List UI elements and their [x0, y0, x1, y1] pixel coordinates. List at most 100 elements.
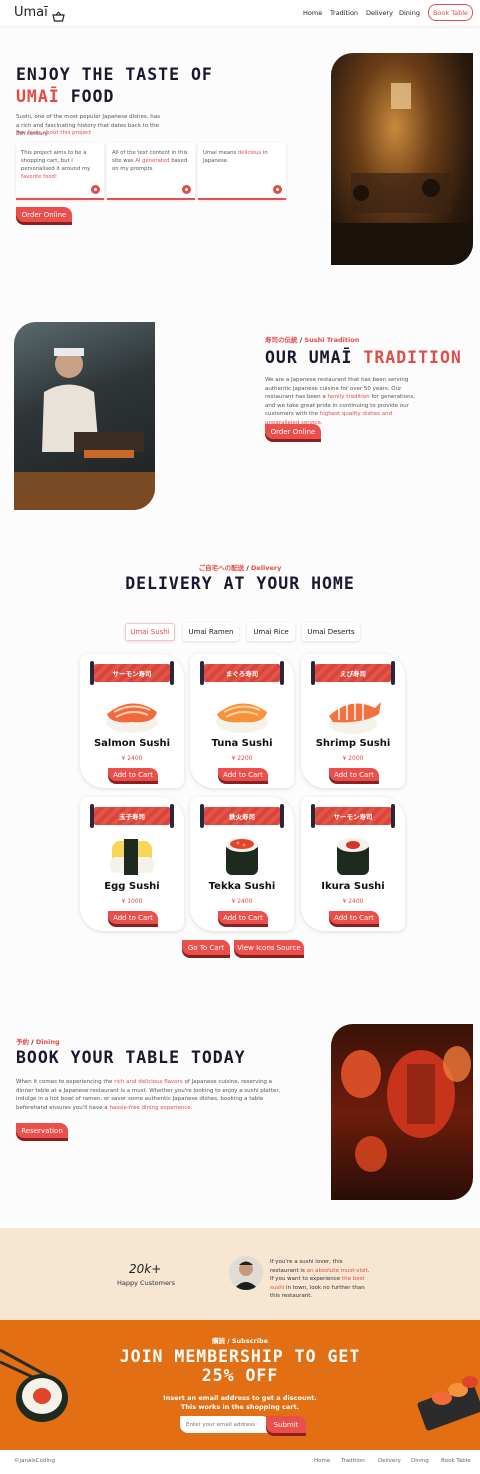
product-price: ¥ 2400 [121, 755, 143, 762]
product-price: ¥ 2000 [342, 755, 364, 762]
product-banner: サーモン寿司 [311, 804, 395, 828]
order-online-button[interactable]: Order Online [16, 207, 72, 222]
view-icons-source-button[interactable]: View Icons Source [234, 940, 304, 955]
product-card: 玉子寿司 Egg Sushi ¥ 1000 Add to Cart [80, 797, 184, 931]
shrimp-sushi-icon [329, 702, 381, 734]
nav-link-dining[interactable]: Dining [399, 9, 420, 17]
submit-button[interactable]: Submit [266, 1416, 306, 1433]
product-name: Salmon Sushi [93, 738, 171, 749]
footer-link-delivery[interactable]: Delivery [378, 1458, 401, 1464]
book-table-button[interactable]: Book Table [428, 4, 473, 21]
product-card: 鉄火寿司 Tekka Sushi ¥ 2400 Add to Cart [190, 797, 294, 931]
customer-avatar [229, 1256, 263, 1290]
add-to-cart-button[interactable]: Add to Cart [329, 768, 379, 781]
product-price: ¥ 1000 [121, 898, 143, 905]
tradition-kicker: 寿司の伝統 / Sushi Tradition [265, 336, 360, 344]
basket-icon[interactable] [52, 7, 65, 22]
hero-title-line1: ENJOY THE TASTE OF [16, 65, 213, 84]
dining-kicker: 予約 / Dining [16, 1038, 60, 1046]
flower-icon [91, 185, 100, 194]
email-input[interactable] [180, 1416, 270, 1433]
product-name: Tuna Sushi [211, 738, 273, 749]
salmon-sushi-icon [106, 703, 158, 733]
product-name: Egg Sushi [104, 881, 160, 892]
product-name: Shrimp Sushi [315, 738, 391, 749]
footer-link-tradition[interactable]: Tradition [341, 1458, 365, 1464]
nav-link-home[interactable]: Home [303, 9, 322, 17]
footer-link-home[interactable]: Home [314, 1458, 330, 1464]
tab-umai-rice[interactable]: Umai Rice [247, 623, 295, 641]
kicker-jp: 予約 [16, 1038, 29, 1046]
tradition-title: OUR UMAĪ TRADITION [265, 348, 462, 367]
stat-value: 20k+ [129, 1262, 162, 1276]
add-to-cart-button[interactable]: Add to Cart [329, 911, 379, 924]
subscribe-kicker: 購読 / Subscribe [211, 1337, 269, 1345]
lanterns-image [331, 1024, 473, 1200]
product-banner: 鉄火寿司 [200, 804, 284, 828]
feature-highlight: delicious [237, 150, 262, 156]
highlight: hassle-free dining experience [109, 1104, 191, 1111]
text: When it comes to experiencing the [16, 1079, 115, 1085]
go-to-cart-button[interactable]: Go To Cart [182, 940, 230, 955]
product-price: ¥ 2400 [342, 898, 364, 905]
tab-umai-sushi[interactable]: Umai Sushi [125, 623, 175, 641]
tab-umai-deserts[interactable]: Umai Deserts [302, 623, 360, 641]
text: . [320, 419, 323, 426]
product-banner: まぐろ寿司 [200, 661, 284, 685]
tradition-order-button[interactable]: Order Online [265, 424, 321, 439]
tradition-chef-image [14, 322, 155, 510]
kicker-jp: 寿司の伝統 [265, 336, 298, 344]
kicker-jp: 購読 [211, 1337, 225, 1345]
text: . [190, 1104, 193, 1111]
subscribe-title-line2: 25% OFF [201, 1366, 279, 1385]
tuna-sushi-icon [216, 703, 268, 733]
kicker-en: Subscribe [231, 1337, 269, 1345]
product-banner: サーモン寿司 [90, 661, 174, 685]
product-card: まぐろ寿司 Tuna Sushi ¥ 2200 Add to Cart [190, 654, 294, 788]
delivery-kicker: ご自宅への配送 / Delivery [198, 564, 282, 572]
feature-card: All of the text content in this site was… [107, 143, 195, 200]
feature-card: This project aims to be a shopping cart,… [16, 143, 104, 200]
kicker-en: Delivery [251, 564, 282, 572]
delivery-title: DELIVERY AT YOUR HOME [125, 574, 355, 593]
highlight: an absolute must-visit [306, 1267, 368, 1274]
add-to-cart-button[interactable]: Add to Cart [108, 911, 158, 924]
product-card: サーモン寿司 Salmon Sushi ¥ 2400 Add to Cart [80, 654, 184, 788]
footer-link-book-table[interactable]: Book Table [441, 1458, 471, 1464]
tradition-description: We are a Japanese restaurant that has be… [265, 376, 421, 427]
feature-card: Umai means delicious in Japanese. [198, 143, 286, 200]
subscribe-section: 購読 / Subscribe JOIN MEMBERSHIP TO GET 25… [0, 1320, 480, 1450]
dining-description: When it comes to experiencing the rich a… [16, 1078, 286, 1112]
tradition-title-a: OUR UMAĪ [265, 348, 353, 367]
product-price: ¥ 2200 [231, 755, 253, 762]
hero-title-highlight: UMAĪ [16, 87, 60, 106]
ikura-sushi-icon [337, 838, 369, 875]
highlight: family tradition [327, 394, 370, 400]
hero-restaurant-image [331, 53, 473, 265]
footer-credit[interactable]: ©JanalsCoding [14, 1458, 55, 1464]
hero-title-rest: FOOD [70, 87, 115, 106]
kicker-en: Dining [35, 1038, 60, 1046]
product-card: えび寿司 Shrimp Sushi ¥ 2000 Add to Cart [301, 654, 405, 788]
footer-link-dining[interactable]: Dining [411, 1458, 429, 1464]
reservation-button[interactable]: Reservation [16, 1123, 68, 1138]
tradition-title-b: TRADITION [363, 348, 462, 367]
tekka-sushi-icon [226, 838, 258, 875]
hero-fun-facts-link[interactable]: Fun facts about this project [16, 130, 91, 136]
stat-label: Happy Customers [117, 1279, 175, 1287]
text: in town, look no further than this resta… [270, 1284, 365, 1300]
nav-link-delivery[interactable]: Delivery [366, 9, 393, 17]
feature-highlight: AI generated [135, 158, 170, 164]
footer: ©JanalsCoding Home Tradition Delivery Di… [0, 1450, 480, 1474]
add-to-cart-button[interactable]: Add to Cart [108, 768, 158, 781]
nav-link-tradition[interactable]: Tradition [330, 9, 358, 17]
tab-umai-ramen[interactable]: Umai Ramen [183, 623, 239, 641]
subscribe-desc-line1: Insert an email address to get a discoun… [163, 1394, 317, 1402]
add-to-cart-button[interactable]: Add to Cart [218, 768, 268, 781]
product-banner: 玉子寿司 [90, 804, 174, 828]
product-name: Ikura Sushi [321, 881, 385, 892]
add-to-cart-button[interactable]: Add to Cart [218, 911, 268, 924]
brand-logo[interactable]: Umaī [14, 5, 48, 20]
flower-icon [182, 185, 191, 194]
product-banner: えび寿司 [311, 661, 395, 685]
